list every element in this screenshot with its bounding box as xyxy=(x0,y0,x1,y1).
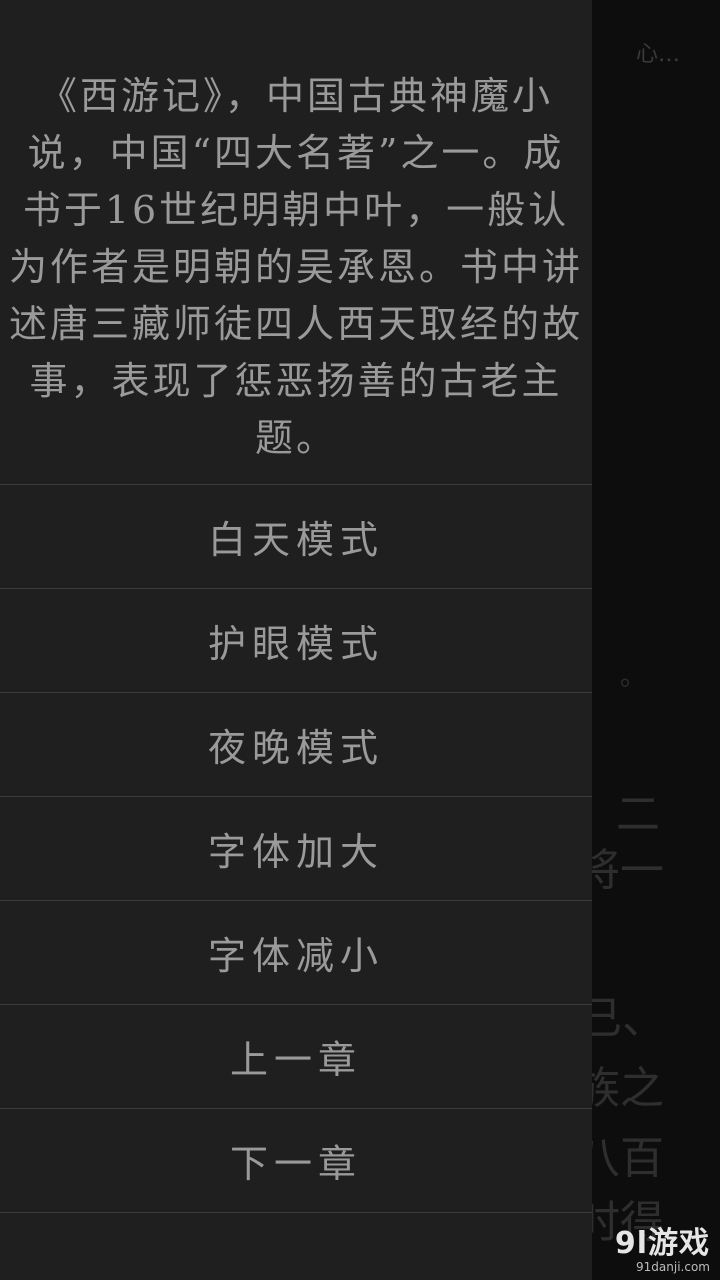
reader-text-fragment: 二 xyxy=(616,789,660,840)
watermark-logo: 9l游戏 xyxy=(614,1226,710,1261)
menu-item-next-chapter[interactable]: 下一章 xyxy=(0,1108,592,1213)
app-screen: 心… 。 二 将一 已、 族之 八百 时得 《西游记》，中国古典神魔小说，中国“… xyxy=(0,0,720,1280)
menu-item-font-decrease[interactable]: 字体减小 xyxy=(0,900,592,1004)
menu-item-day-mode[interactable]: 白天模式 xyxy=(0,484,592,588)
menu-item-font-increase[interactable]: 字体加大 xyxy=(0,796,592,900)
book-introduction: 《西游记》，中国古典神魔小说，中国“四大名著”之一。成书于16世纪明朝中叶，一般… xyxy=(8,74,583,460)
drawer-menu: 白天模式 护眼模式 夜晚模式 字体加大 字体减小 上一章 下一章 xyxy=(0,484,592,1213)
site-watermark: 9l游戏 91danji.com xyxy=(615,1218,710,1274)
reader-text-fragment: 。 xyxy=(620,662,647,692)
menu-item-previous-chapter[interactable]: 上一章 xyxy=(0,1004,592,1108)
watermark-url: 91danji.com xyxy=(636,1260,710,1274)
reader-chapter-title: 心… xyxy=(635,42,680,67)
menu-item-eye-care-mode[interactable]: 护眼模式 xyxy=(0,588,592,692)
side-drawer: 《西游记》，中国古典神魔小说，中国“四大名著”之一。成书于16世纪明朝中叶，一般… xyxy=(0,0,592,1280)
menu-item-night-mode[interactable]: 夜晚模式 xyxy=(0,692,592,796)
